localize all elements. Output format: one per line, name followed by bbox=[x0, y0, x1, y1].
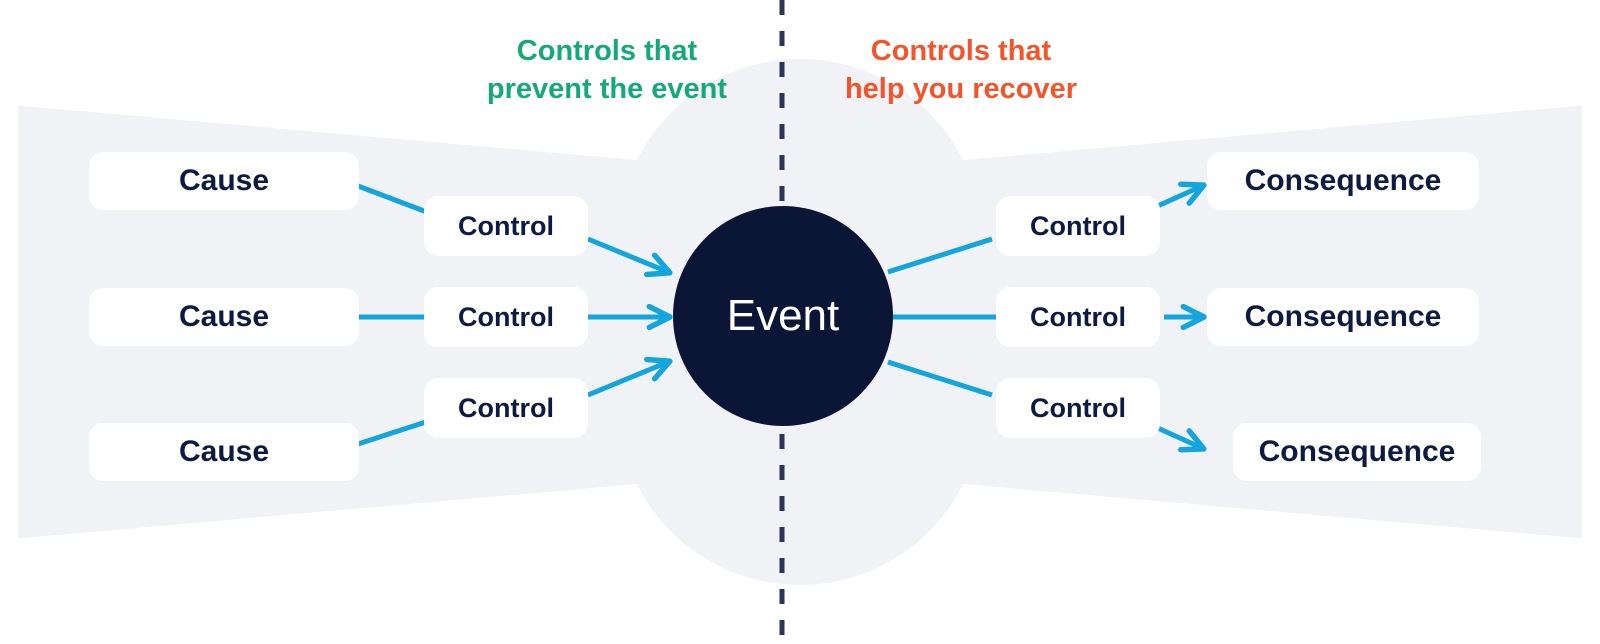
cause-node-2[interactable]: Cause bbox=[89, 288, 359, 346]
preventive-control-node-3[interactable]: Control bbox=[424, 378, 588, 438]
preventive-control-label-1: Control bbox=[458, 210, 554, 241]
cause-label-3: Cause bbox=[178, 435, 270, 468]
consequence-label-3: Consequence bbox=[1258, 435, 1456, 468]
event-node[interactable]: Event bbox=[673, 206, 893, 426]
preventive-control-node-2[interactable]: Control bbox=[424, 287, 588, 347]
cause-node-1[interactable]: Cause bbox=[89, 152, 359, 210]
consequence-node-2[interactable]: Consequence bbox=[1207, 288, 1479, 346]
header-recover-label: Controls that help you recover bbox=[844, 35, 1078, 106]
consequence-node-3[interactable]: Consequence bbox=[1233, 423, 1481, 481]
consequence-node-1[interactable]: Consequence bbox=[1207, 152, 1479, 210]
recovery-control-label-3: Control bbox=[1030, 392, 1126, 423]
cause-label-1: Cause bbox=[178, 164, 270, 197]
recovery-control-node-1[interactable]: Control bbox=[996, 196, 1160, 256]
header-prevent-label: Controls that prevent the event bbox=[486, 35, 728, 106]
preventive-control-label-3: Control bbox=[458, 392, 554, 423]
preventive-control-label-2: Control bbox=[458, 301, 554, 332]
consequence-label-2: Consequence bbox=[1244, 300, 1442, 333]
recovery-control-node-2[interactable]: Control bbox=[996, 287, 1160, 347]
event-label: Event bbox=[726, 291, 840, 340]
bowtie-diagram: Controls that prevent the event Controls… bbox=[0, 0, 1600, 644]
consequence-label-1: Consequence bbox=[1244, 164, 1442, 197]
preventive-control-node-1[interactable]: Control bbox=[424, 196, 588, 256]
recovery-control-node-3[interactable]: Control bbox=[996, 378, 1160, 438]
recovery-control-label-1: Control bbox=[1030, 210, 1126, 241]
cause-label-2: Cause bbox=[178, 300, 270, 333]
recovery-control-label-2: Control bbox=[1030, 301, 1126, 332]
cause-node-3[interactable]: Cause bbox=[89, 423, 359, 481]
